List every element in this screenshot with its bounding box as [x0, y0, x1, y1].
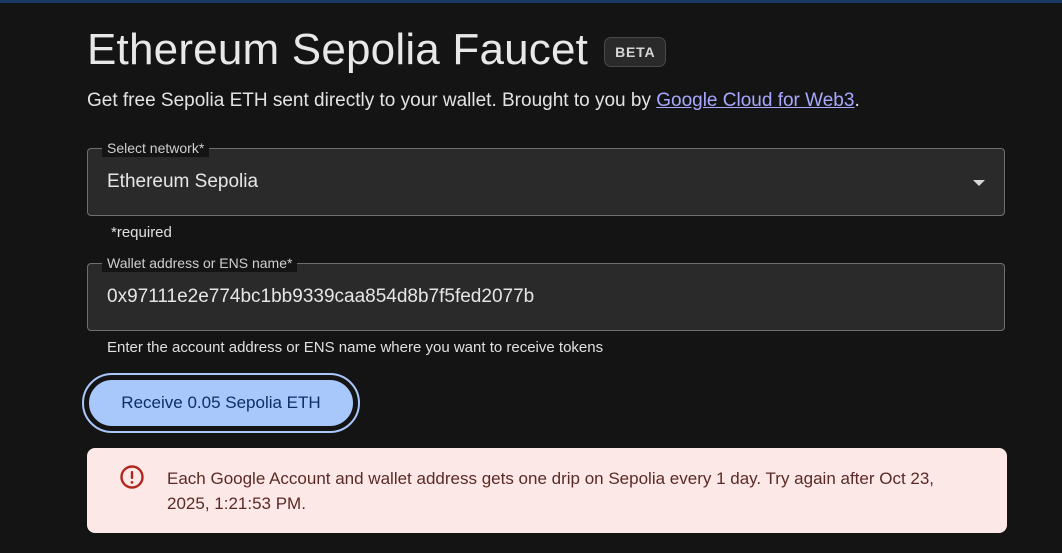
alert-message: Each Google Account and wallet address g… [167, 469, 935, 513]
page-title: Ethereum Sepolia Faucet [87, 25, 589, 74]
network-select-label: Select network* [102, 139, 210, 157]
beta-badge: BETA [604, 37, 667, 67]
google-cloud-web3-link[interactable]: Google Cloud for Web3 [656, 90, 854, 111]
network-required-note: *required [111, 224, 172, 241]
subtitle-text: Get free Sepolia ETH sent directly to yo… [87, 90, 657, 111]
chevron-down-icon[interactable] [973, 180, 985, 186]
network-select[interactable]: Select network* Ethereum Sepolia [87, 139, 1005, 216]
wallet-address-label: Wallet address or ENS name* [102, 254, 298, 272]
top-accent-bar [0, 0, 1062, 3]
header: Ethereum Sepolia Faucet BETA [87, 24, 667, 76]
receive-eth-button[interactable]: Receive 0.05 Sepolia ETH [82, 373, 360, 433]
receive-eth-button-label: Receive 0.05 Sepolia ETH [87, 378, 355, 428]
error-circle-icon [120, 465, 144, 489]
wallet-address-input[interactable]: Wallet address or ENS name* 0x97111e2e77… [87, 254, 1005, 331]
wallet-address-value[interactable]: 0x97111e2e774bc1bb9339caa854d8b7f5fed207… [107, 286, 534, 308]
error-alert: Each Google Account and wallet address g… [87, 448, 1007, 533]
network-select-value: Ethereum Sepolia [107, 171, 259, 192]
page-subtitle: Get free Sepolia ETH sent directly to yo… [87, 90, 860, 112]
wallet-helper-text: Enter the account address or ENS name wh… [107, 339, 604, 356]
subtitle-suffix: . [854, 90, 860, 111]
